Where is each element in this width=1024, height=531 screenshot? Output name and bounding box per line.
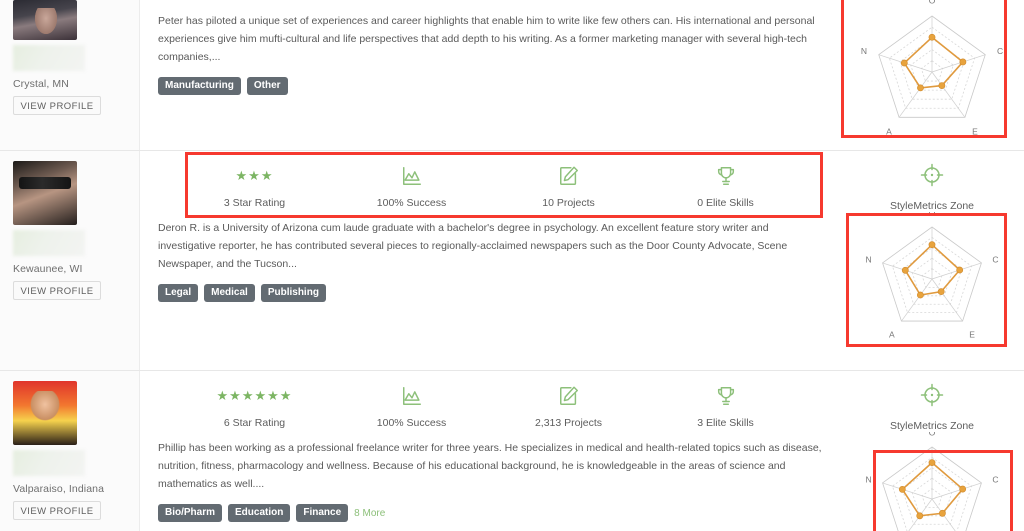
profile-tag[interactable]: Education — [228, 504, 291, 522]
svg-text:A: A — [886, 126, 892, 136]
profile-stats-strip: ★★★★★★ 6 Star Rating 100% Success 2,313 Pro… — [176, 371, 804, 437]
profile-detail-column: ★★★★★★ 6 Star Rating 100% Success 2,313 Pro… — [140, 371, 840, 531]
profile-bio: Peter has piloted a unique set of experi… — [158, 15, 815, 63]
profile-tag[interactable]: Legal — [158, 284, 199, 302]
svg-text:O: O — [929, 0, 936, 6]
avatar[interactable] — [13, 161, 77, 225]
area-chart-icon — [333, 163, 490, 189]
profile-location: Valparaiso, Indiana — [13, 483, 105, 495]
profile-stats-strip: ★★★ 3 Star Rating 100% Success 10 Projects 0… — [176, 151, 804, 217]
profile-tag[interactable]: Bio/Pharm — [158, 504, 223, 522]
profile-location: Crystal, MN — [13, 78, 69, 90]
profile-summary-column: Kewaunee, WI VIEW PROFILE — [0, 151, 140, 370]
profile-bio: Phillip has been working as a profession… — [158, 442, 822, 490]
stylemetrics-radar-chart[interactable]: O C E A N — [840, 212, 1024, 342]
stat-elite-skills-label: 0 Elite Skills — [697, 197, 754, 209]
stat-success-label: 100% Success — [376, 197, 447, 209]
stat-success-label: 100% Success — [376, 417, 447, 429]
stylemetrics-zone-label: StyleMetrics Zone — [889, 420, 975, 432]
stat-success: 100% Success — [333, 383, 490, 429]
star-icon: ★★★★★★ — [216, 388, 293, 403]
profile-bio: Deron R. is a University of Arizona cum … — [158, 222, 788, 270]
profile-detail-column: Peter has piloted a unique set of experi… — [140, 0, 840, 150]
profile-tag[interactable]: Publishing — [260, 284, 326, 302]
svg-text:N: N — [861, 46, 867, 56]
pencil-note-icon — [490, 383, 647, 409]
crosshair-target-icon — [840, 383, 1024, 412]
profile-tag-list: Manufacturing Other — [158, 77, 822, 95]
profile-summary-column: Crystal, MN VIEW PROFILE — [0, 0, 140, 150]
stylemetrics-radar-chart[interactable]: OCEAN — [840, 432, 1024, 531]
svg-text:E: E — [969, 329, 975, 339]
stat-projects-label: 2,313 Projects — [534, 417, 603, 429]
area-chart-icon — [333, 383, 490, 409]
stylemetrics-radar-chart[interactable]: O C E A N — [840, 0, 1024, 140]
svg-text:C: C — [992, 254, 998, 264]
more-tags-link[interactable]: 8 More — [354, 508, 385, 519]
crosshair-target-icon — [840, 163, 1024, 192]
stylemetrics-column: O C E A N — [840, 0, 1024, 150]
svg-text:C: C — [997, 46, 1003, 56]
profile-tag[interactable]: Finance — [296, 504, 349, 522]
svg-text:O: O — [929, 432, 936, 438]
search-results-page: Crystal, MN VIEW PROFILE Peter has piloted… — [0, 0, 1024, 531]
stat-star-rating: ★★★★★★ 6 Star Rating — [176, 383, 333, 429]
avatar[interactable] — [13, 381, 77, 445]
stat-elite-skills-label: 3 Elite Skills — [697, 417, 754, 429]
pencil-note-icon — [490, 163, 647, 189]
star-icon: ★★★ — [235, 168, 274, 183]
profile-name-redacted — [13, 450, 85, 476]
stat-projects: 2,313 Projects — [490, 383, 647, 429]
profile-name-redacted — [13, 230, 85, 256]
svg-text:E: E — [972, 126, 978, 136]
stylemetrics-zone-header: StyleMetrics Zone — [840, 151, 1024, 212]
profile-tag-list: Bio/Pharm Education Finance 8 More — [158, 504, 822, 522]
svg-text:C: C — [992, 474, 998, 484]
stat-elite-skills: 3 Elite Skills — [647, 383, 804, 429]
profile-tag[interactable]: Other — [246, 77, 288, 95]
svg-text:N: N — [866, 474, 872, 484]
trophy-icon — [647, 163, 804, 189]
stat-projects-label: 10 Projects — [542, 197, 595, 209]
stat-star-rating-label: 6 Star Rating — [223, 417, 286, 429]
svg-text:A: A — [889, 329, 895, 339]
trophy-icon — [647, 383, 804, 409]
stylemetrics-column: StyleMetrics ZoneOCEAN — [840, 371, 1024, 531]
svg-text:O: O — [929, 212, 936, 218]
profile-summary-column: Valparaiso, Indiana VIEW PROFILE — [0, 371, 140, 531]
view-profile-button[interactable]: VIEW PROFILE — [13, 501, 101, 520]
profile-tag[interactable]: Manufacturing — [158, 77, 241, 95]
view-profile-button[interactable]: VIEW PROFILE — [13, 96, 101, 115]
stat-elite-skills: 0 Elite Skills — [647, 163, 804, 209]
view-profile-button[interactable]: VIEW PROFILE — [13, 281, 101, 300]
profile-detail-column: ★★★ 3 Star Rating 100% Success 10 Projects 0… — [140, 151, 840, 370]
profile-location: Kewaunee, WI — [13, 263, 83, 275]
stat-star-rating: ★★★ 3 Star Rating — [176, 163, 333, 209]
profile-tag-list: Legal Medical Publishing — [158, 284, 822, 302]
stat-star-rating-label: 3 Star Rating — [223, 197, 286, 209]
avatar[interactable] — [13, 0, 77, 40]
svg-text:N: N — [866, 254, 872, 264]
profile-row: Valparaiso, Indiana VIEW PROFILE ★★★★★★ 6 S… — [0, 370, 1024, 531]
stylemetrics-zone-header: StyleMetrics Zone — [840, 371, 1024, 432]
stylemetrics-column: StyleMetrics ZoneO C E A N — [840, 151, 1024, 370]
profile-tag[interactable]: Medical — [204, 284, 255, 302]
profile-row: Kewaunee, WI VIEW PROFILE ★★★ 3 Star Rating… — [0, 150, 1024, 370]
stat-success: 100% Success — [333, 163, 490, 209]
stylemetrics-zone-label: StyleMetrics Zone — [889, 200, 975, 212]
profile-name-redacted — [13, 45, 85, 71]
profile-row: Crystal, MN VIEW PROFILE Peter has piloted… — [0, 0, 1024, 150]
stat-projects: 10 Projects — [490, 163, 647, 209]
